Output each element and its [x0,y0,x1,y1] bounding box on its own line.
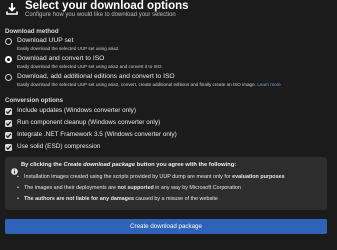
notice-bullet: • The images and their deployments are no… [17,185,241,191]
notice-bullet-bold: not supported [117,185,154,191]
notice-heading-post: button you agree with the following: [135,162,237,168]
radio-button[interactable] [5,74,12,81]
checkbox-label: Integrate .NET Framework 3.5 (Windows co… [17,131,177,138]
option-download-uup-set[interactable]: Download UUP set Easily download the sel… [5,37,335,55]
checkbox-include-updates[interactable]: Include updates (Windows converter only) [5,107,335,117]
checkbox-integrate-netfx[interactable]: Integrate .NET Framework 3.5 (Windows co… [5,131,335,141]
notice-bullet-bold: The authors are not liable for any damag… [24,196,134,202]
page-subtitle: Configure how you would like to download… [25,12,176,18]
checkmark-icon [5,133,12,139]
notice-bullet-post: caused by a misuse of the website [133,196,218,202]
checkmark-icon [5,109,12,115]
agreement-notice: By clicking the Create download package … [5,157,327,210]
option-description: Easily download the selected UUP set usi… [17,64,163,69]
learn-more-link[interactable]: Learn more [257,82,281,87]
radio-button[interactable] [5,38,12,45]
option-description: Easily download the selected UUP set usi… [17,82,281,87]
download-method-heading: Download method [5,28,59,35]
notice-heading: By clicking the Create download package … [21,162,236,168]
checkbox[interactable] [5,132,12,139]
option-label: Download and convert to ISO [17,55,105,62]
checkmark-icon [5,145,12,151]
option-description-text: Easily download the selected UUP set usi… [17,82,256,87]
info-icon [11,162,18,175]
checkbox[interactable] [5,144,12,151]
create-download-package-button[interactable]: Create download package [5,219,327,234]
option-label: Download, add additional editions and co… [17,73,175,80]
notice-bullet-text: The images and their deployments are [24,185,118,191]
option-description: Easily download the selected UUP set usi… [17,46,120,51]
checkbox-label: Run component cleanup (Windows converter… [17,119,161,126]
notice-bullet-post: in any way by Microsoft Corporation [153,185,241,191]
page-title: Select your download options [25,0,189,12]
checkbox-label: Use solid (ESD) compression [17,143,101,150]
notice-bullet: • The authors are not liable for any dama… [17,196,218,202]
conversion-options-heading: Conversion options [5,97,64,104]
notice-bullet-text: Installation images created using the sc… [24,174,233,180]
notice-heading-pre: By clicking the [21,162,64,168]
page-header: Select your download options Configure h… [0,0,337,22]
checkbox-solid-compression[interactable]: Use solid (ESD) compression [5,143,335,153]
checkmark-icon [5,121,12,127]
notice-bullet-bold: evaluation purposes [232,174,285,180]
option-label: Download UUP set [17,37,74,44]
checkbox-label: Include updates (Windows converter only) [17,107,136,114]
download-icon [5,2,19,16]
notice-bullet: • Installation images created using the s… [17,174,285,180]
checkbox-component-cleanup[interactable]: Run component cleanup (Windows converter… [5,119,335,129]
radio-button-selected[interactable] [5,56,12,63]
option-download-convert-iso[interactable]: Download and convert to ISO Easily downl… [5,55,335,73]
checkbox[interactable] [5,108,12,115]
checkbox[interactable] [5,120,12,127]
option-download-additional-editions[interactable]: Download, add additional editions and co… [5,73,335,91]
notice-heading-emphasis: Create download package [63,162,136,168]
